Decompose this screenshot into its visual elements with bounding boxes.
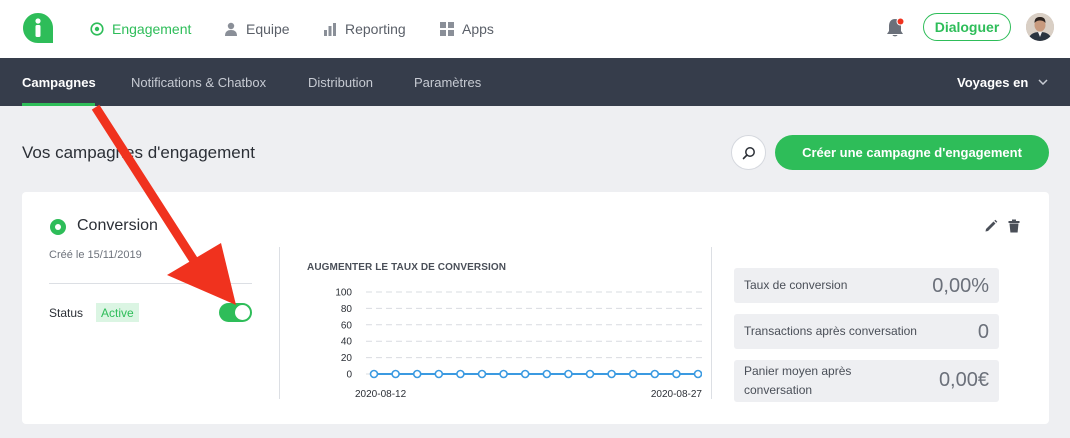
data-point (585, 369, 595, 379)
data-point (391, 369, 400, 379)
tab-notifications-chatbox[interactable]: Notifications & Chatbox (131, 58, 266, 106)
search-button[interactable] (731, 135, 766, 170)
campaign-name[interactable]: Conversion (77, 217, 158, 235)
data-point (499, 369, 508, 379)
brand-logo-icon[interactable] (22, 12, 54, 44)
tab-distribution[interactable]: Distribution (308, 58, 373, 106)
stat-value: 0 (977, 321, 989, 343)
user-icon (224, 22, 238, 36)
site-selector[interactable]: Voyages en (957, 58, 1048, 106)
active-tab-indicator (22, 103, 95, 106)
stat-label: Panier moyen après conversation (744, 364, 852, 397)
nav-item-label: Reporting (345, 21, 406, 37)
divider (711, 247, 712, 399)
stat-average-basket: Panier moyen après conversation 0,00€ (734, 360, 999, 402)
data-point (412, 369, 422, 379)
x-tick-label: 2020-08-12 (355, 389, 407, 400)
data-point (520, 369, 530, 379)
target-icon (90, 22, 104, 36)
y-tick-label: 80 (341, 304, 353, 315)
data-point (607, 369, 616, 379)
site-selector-label: Voyages en (957, 74, 1029, 90)
top-navbar: Engagement Equipe Reporting Apps Dialogu… (0, 0, 1070, 58)
sub-navbar: Campagnes Notifications & Chatbox Distri… (0, 58, 1070, 106)
stat-label: Transactions après conversation (744, 324, 917, 338)
y-tick-label: 20 (341, 353, 353, 364)
stat-conversion-rate: Taux de conversion 0,00% (734, 268, 999, 303)
data-point (672, 369, 681, 379)
nav-item-equipe[interactable]: Equipe (224, 0, 290, 58)
data-point (564, 369, 573, 379)
grid-icon (440, 22, 454, 36)
nav-item-engagement[interactable]: Engagement (90, 0, 191, 58)
data-point (477, 369, 487, 379)
nav-item-label: Engagement (112, 21, 192, 37)
y-tick-label: 40 (341, 337, 353, 348)
y-tick-label: 100 (335, 288, 352, 299)
tab-parametres[interactable]: Paramètres (414, 58, 481, 106)
stat-transactions: Transactions après conversation 0 (734, 314, 999, 349)
trash-icon[interactable] (1007, 219, 1021, 238)
data-point (542, 369, 552, 379)
data-point (434, 369, 444, 379)
status-label: Status (49, 306, 84, 320)
toggle-knob (235, 305, 250, 320)
data-point (650, 369, 660, 379)
data-point (456, 369, 465, 379)
data-point (628, 369, 638, 379)
campaign-created-date: Créé le 15/11/2019 (49, 249, 142, 261)
conversion-line-chart: 0 20 40 60 80 100 2020-08-12 2020-08-27 (335, 288, 702, 400)
campaign-card: Conversion Créé le 15/11/2019 Status Act… (22, 192, 1049, 424)
page-title: Vos campagnes d'engagement (22, 143, 255, 162)
search-icon (742, 146, 755, 159)
y-tick-label: 0 (346, 370, 352, 381)
bar-chart-icon (323, 22, 337, 36)
edit-pencil-icon[interactable] (984, 219, 998, 238)
dialoguer-button[interactable]: Dialoguer (923, 13, 1011, 41)
chevron-down-icon (1038, 79, 1048, 85)
status-badge: Active (96, 303, 139, 322)
nav-item-label: Equipe (246, 21, 290, 37)
avatar[interactable] (1026, 13, 1054, 41)
data-point (693, 369, 702, 379)
notification-bell-icon[interactable] (883, 16, 907, 40)
nav-item-apps[interactable]: Apps (440, 0, 494, 58)
data-point (369, 369, 379, 379)
y-tick-label: 60 (341, 320, 353, 331)
create-campaign-button[interactable]: Créer une campagne d'engagement (775, 135, 1049, 170)
tab-campagnes[interactable]: Campagnes (22, 58, 96, 106)
divider (49, 283, 252, 284)
divider (279, 247, 280, 399)
x-tick-label: 2020-08-27 (651, 389, 702, 400)
stat-label: Taux de conversion (744, 278, 848, 292)
campaign-active-toggle[interactable] (219, 303, 252, 322)
stat-value: 0,00% (932, 275, 989, 297)
stat-value: 0,00€ (938, 369, 989, 391)
nav-item-label: Apps (462, 21, 494, 37)
chart-title: AUGMENTER LE TAUX DE CONVERSION (307, 262, 507, 273)
campaign-status-dot-icon (50, 219, 66, 235)
nav-item-reporting[interactable]: Reporting (323, 0, 406, 58)
